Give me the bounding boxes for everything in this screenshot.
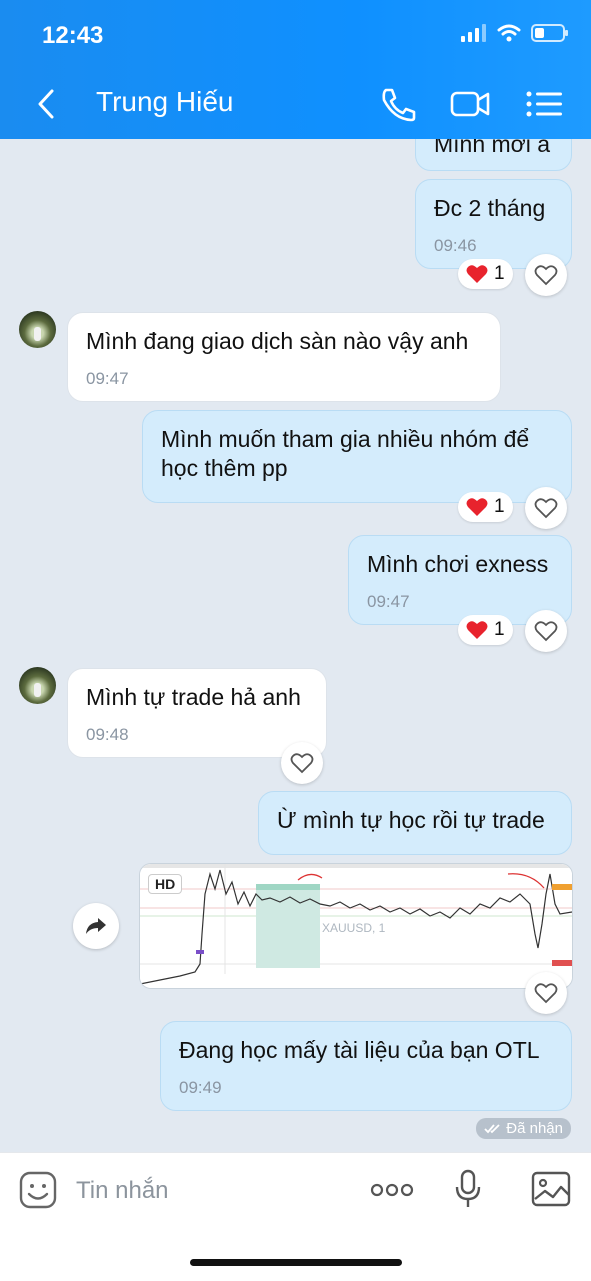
message-text: Mình mới à (434, 139, 551, 157)
message-text: Ừ mình tự học rồi tự trade (277, 807, 545, 833)
signal-icon (461, 24, 486, 42)
wifi-icon (497, 24, 521, 42)
heart-outline-icon (290, 753, 314, 774)
heart-icon (466, 265, 488, 283)
image-gallery-icon[interactable] (531, 1171, 571, 1207)
home-indicator (190, 1259, 402, 1266)
like-button[interactable] (525, 487, 567, 529)
message-text: Mình chơi exness (367, 551, 549, 577)
message-time: 09:47 (86, 369, 129, 388)
contact-name[interactable]: Trung Hiếu (96, 86, 233, 118)
reaction-badge[interactable]: 1 (458, 492, 513, 522)
reaction-badge[interactable]: 1 (458, 615, 513, 645)
message-input[interactable]: Tin nhắn (76, 1177, 169, 1205)
outgoing-message[interactable]: Đang học mấy tài liệu của bạn OTL 09:49 (160, 1021, 572, 1111)
outgoing-message[interactable]: Ừ mình tự học rồi tự trade (258, 791, 572, 855)
heart-icon (466, 621, 488, 639)
menu-icon[interactable] (524, 86, 564, 122)
chart-screenshot: XAUUSD, 1 (140, 864, 572, 988)
message-time: 09:49 (179, 1078, 222, 1097)
like-button[interactable] (525, 610, 567, 652)
incoming-message[interactable]: Mình đang giao dịch sàn nào vậy anh 09:4… (67, 312, 501, 402)
like-button[interactable] (281, 742, 323, 784)
reaction-count: 1 (494, 496, 505, 517)
outgoing-message[interactable]: Mình mới à (415, 139, 572, 171)
outgoing-message[interactable]: Mình muốn tham gia nhiều nhóm để học thê… (142, 410, 572, 503)
avatar[interactable] (19, 667, 56, 704)
heart-icon (466, 498, 488, 516)
heart-outline-icon (534, 621, 558, 642)
message-text: Mình muốn tham gia nhiều nhóm để học thê… (161, 426, 530, 481)
like-button[interactable] (525, 254, 567, 296)
share-button[interactable] (73, 903, 119, 949)
like-button[interactable] (525, 972, 567, 1014)
message-list[interactable]: Mình mới à Đc 2 tháng 09:46 1 Mình đang … (0, 139, 591, 1152)
battery-icon (531, 24, 568, 42)
message-text: Đc 2 tháng (434, 195, 546, 221)
received-status: Đã nhận (476, 1118, 571, 1139)
video-call-icon[interactable] (450, 86, 490, 122)
received-label: Đã nhận (506, 1120, 563, 1137)
phone-icon[interactable] (378, 86, 418, 122)
reaction-count: 1 (494, 263, 505, 284)
chart-symbol-label: XAUUSD, 1 (322, 921, 386, 935)
message-time: 09:47 (367, 592, 410, 611)
reaction-badge[interactable]: 1 (458, 259, 513, 289)
message-text: Mình tự trade hả anh (86, 684, 301, 710)
heart-outline-icon (534, 983, 558, 1004)
reaction-count: 1 (494, 619, 505, 640)
status-icons (461, 24, 569, 42)
message-text: Mình đang giao dịch sàn nào vậy anh (86, 328, 469, 354)
double-check-icon (484, 1123, 500, 1133)
hd-badge: HD (148, 874, 183, 894)
sticker-icon[interactable] (19, 1171, 57, 1209)
message-time: 09:48 (86, 725, 129, 744)
incoming-message[interactable]: Mình tự trade hả anh 09:48 (67, 668, 327, 758)
avatar[interactable] (19, 311, 56, 348)
back-icon[interactable] (32, 86, 62, 122)
image-message[interactable]: XAUUSD, 1 HD (139, 863, 573, 989)
microphone-icon[interactable] (454, 1169, 482, 1209)
heart-outline-icon (534, 498, 558, 519)
message-text: Đang học mấy tài liệu của bạn OTL (179, 1037, 540, 1063)
more-icon[interactable] (370, 1183, 414, 1197)
heart-outline-icon (534, 265, 558, 286)
chat-header: 12:43 Trung Hiếu (0, 0, 591, 139)
forward-icon (86, 918, 106, 934)
status-time: 12:43 (42, 22, 104, 49)
